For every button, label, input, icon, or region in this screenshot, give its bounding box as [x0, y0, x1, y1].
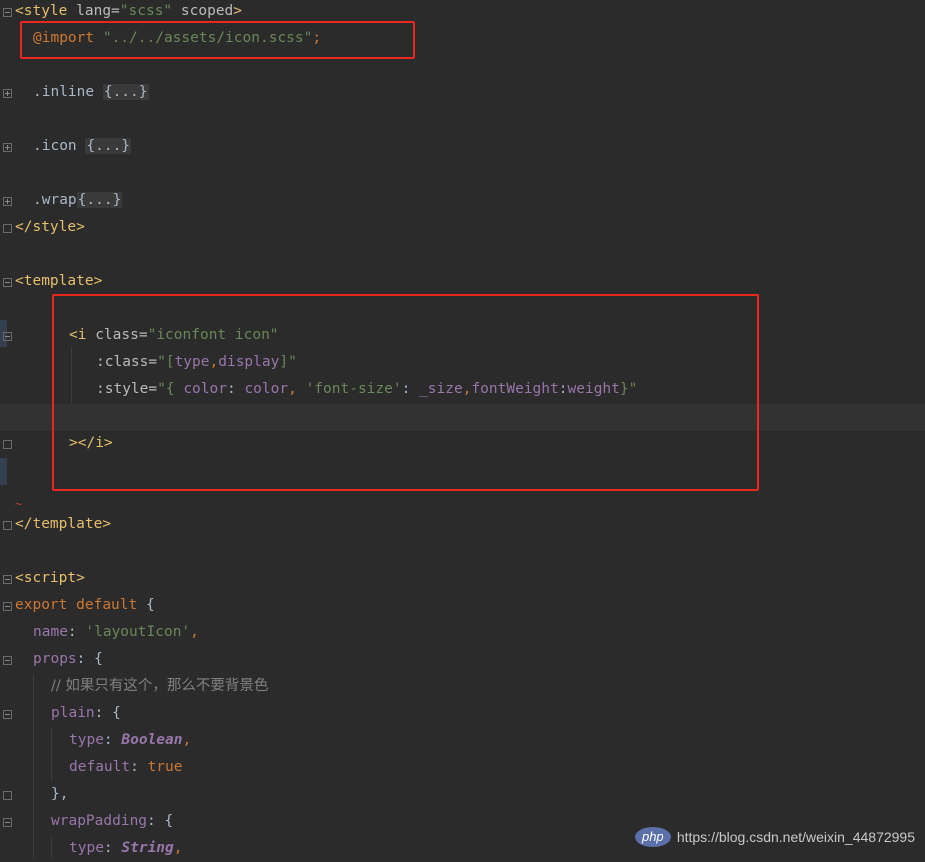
indent-guide — [51, 728, 52, 782]
code-line: .icon {...} — [33, 133, 132, 160]
code-line: type: String, — [69, 835, 183, 862]
fold-expand-icon[interactable] — [3, 197, 12, 206]
css-selector: .wrap — [33, 192, 77, 208]
code-line: type: Boolean, — [69, 727, 191, 754]
fold-collapse-icon[interactable] — [3, 332, 12, 341]
html-tag: > — [233, 3, 243, 19]
code-comment: // 如果只有这个，那么不要背景色 — [51, 678, 269, 694]
code-line: name: 'layoutIcon', — [33, 619, 199, 646]
property-name: type — [69, 732, 104, 748]
fold-expand-icon[interactable] — [3, 89, 12, 98]
fold-end-icon[interactable] — [3, 224, 12, 233]
property-name: wrapPadding — [51, 813, 148, 829]
annotation-box-import — [20, 21, 415, 59]
fold-collapse-icon[interactable] — [3, 818, 12, 827]
fold-end-icon[interactable] — [3, 521, 12, 530]
code-line: plain: { — [51, 700, 121, 727]
punctuation: : { — [147, 813, 174, 829]
indent-guide — [33, 674, 34, 859]
fold-end-icon[interactable] — [3, 440, 12, 449]
code-line: export default { — [15, 592, 155, 619]
code-line: props: { — [33, 646, 103, 673]
folded-block[interactable]: {...} — [102, 84, 149, 100]
watermark: php https://blog.csdn.net/weixin_4487299… — [634, 827, 915, 847]
code-editor[interactable]: <style lang="scss" scoped> @import "../.… — [0, 0, 925, 859]
fold-collapse-icon[interactable] — [3, 8, 12, 17]
punctuation: : — [67, 624, 86, 640]
change-marker — [0, 458, 7, 485]
punctuation: , — [182, 732, 192, 748]
code-line: .wrap{...} — [33, 187, 123, 214]
punctuation: : — [103, 840, 122, 856]
property-name: name — [33, 624, 68, 640]
css-selector: .inline — [33, 84, 95, 100]
property-name: default — [69, 759, 131, 775]
punctuation: , — [173, 840, 183, 856]
fold-collapse-icon[interactable] — [3, 602, 12, 611]
fold-collapse-icon[interactable] — [3, 575, 12, 584]
attr-name: lang= — [76, 3, 120, 19]
punctuation: : — [130, 759, 148, 775]
code-line: <script> — [15, 570, 85, 586]
keyword: export — [15, 597, 68, 613]
annotation-box-template — [52, 294, 759, 491]
code-line: wrapPadding: { — [51, 808, 173, 835]
property-name: plain — [51, 705, 95, 721]
folded-block[interactable]: {...} — [85, 138, 132, 154]
css-selector: .icon — [33, 138, 77, 154]
code-line: }, — [51, 786, 69, 802]
folded-block[interactable]: {...} — [76, 192, 123, 208]
code-line: </template> — [15, 516, 112, 532]
whitespace-marker: ~ — [15, 497, 23, 511]
code-line: </style> — [15, 219, 85, 235]
punctuation: { — [145, 597, 155, 613]
html-tag: <style — [15, 3, 68, 19]
keyword: true — [147, 759, 183, 775]
property-name: props — [33, 651, 77, 667]
fold-end-icon[interactable] — [3, 791, 12, 800]
type-name: Boolean — [121, 732, 183, 748]
punctuation: : { — [94, 705, 121, 721]
code-line: .inline {...} — [33, 79, 149, 106]
punctuation: : — [103, 732, 122, 748]
fold-collapse-icon[interactable] — [3, 278, 12, 287]
php-logo-icon: php — [634, 827, 671, 847]
string-literal: 'layoutIcon' — [85, 624, 191, 640]
fold-expand-icon[interactable] — [3, 143, 12, 152]
fold-collapse-icon[interactable] — [3, 710, 12, 719]
type-name: String — [121, 840, 174, 856]
attr-name: scoped — [180, 3, 234, 19]
punctuation: : { — [76, 651, 103, 667]
keyword: default — [76, 597, 138, 613]
attr-value: "scss" — [119, 3, 173, 19]
property-name: type — [69, 840, 104, 856]
watermark-url: https://blog.csdn.net/weixin_44872995 — [676, 829, 915, 845]
punctuation: , — [190, 624, 199, 640]
indent-guide — [51, 836, 52, 859]
code-line: <template> — [15, 273, 103, 289]
fold-collapse-icon[interactable] — [3, 656, 12, 665]
code-line: default: true — [69, 754, 183, 781]
